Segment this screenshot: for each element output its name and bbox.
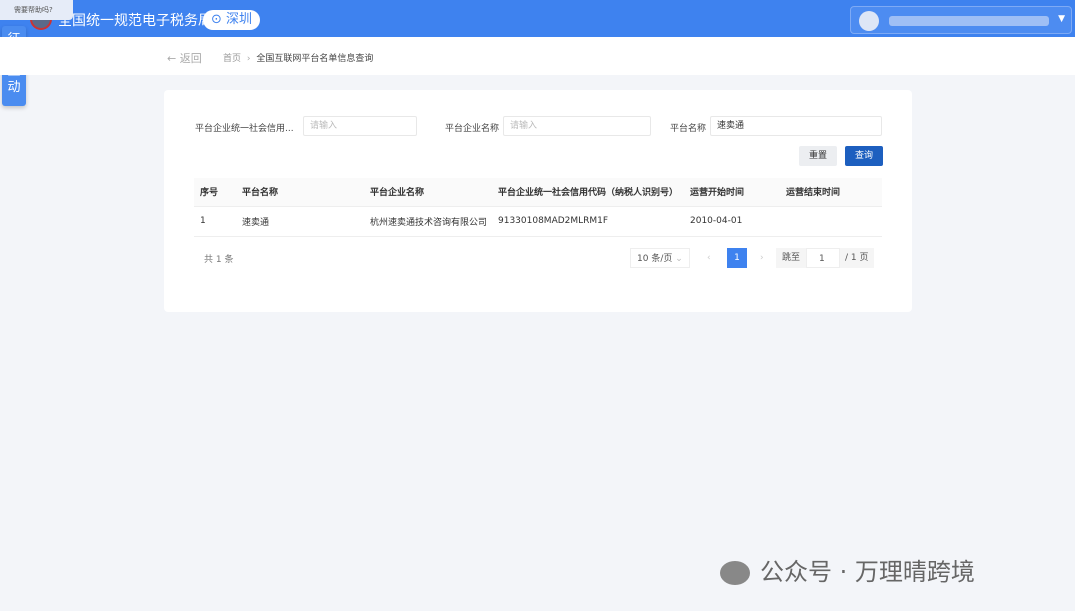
user-menu[interactable]: ▼ bbox=[850, 6, 1072, 34]
company-name-input[interactable]: 请输入 bbox=[503, 116, 651, 136]
chevron-down-icon: ⌄ bbox=[675, 254, 683, 264]
col-header: 平台企业统一社会信用代码（纳税人识别号） bbox=[492, 178, 684, 206]
arrow-left-icon: ← bbox=[167, 52, 180, 65]
caret-down-icon: ▼ bbox=[1058, 14, 1065, 24]
total-pages: / 1 页 bbox=[845, 253, 869, 263]
col-header: 运营开始时间 bbox=[684, 178, 780, 206]
query-button[interactable]: 查询 bbox=[845, 146, 883, 166]
breadcrumb-separator: › bbox=[246, 54, 251, 64]
city-selector[interactable]: ⊙ 深圳 bbox=[203, 10, 261, 30]
table-header-row: 序号 平台名称 平台企业名称 平台企业统一社会信用代码（纳税人识别号） 运营开始… bbox=[194, 178, 882, 206]
jump-label: 跳至 bbox=[782, 253, 801, 263]
col-header: 序号 bbox=[194, 178, 236, 206]
breadcrumb: 首页 › 全国互联网平台名单信息查询 bbox=[223, 51, 373, 64]
location-icon: ⊙ bbox=[211, 12, 227, 27]
city-label: 深圳 bbox=[226, 12, 253, 27]
cell bbox=[780, 205, 882, 237]
platform-name-input[interactable]: 速卖通 bbox=[710, 116, 882, 136]
col-header: 平台名称 bbox=[236, 178, 364, 206]
avatar bbox=[859, 11, 879, 31]
table-row: 1 速卖通 杭州速卖通技术咨询有限公司 91330108MAD2MLRM1F 2… bbox=[194, 205, 882, 237]
back-label: 返回 bbox=[179, 52, 202, 65]
col-header: 平台企业名称 bbox=[364, 178, 492, 206]
cell: 速卖通 bbox=[236, 205, 364, 237]
cell: 杭州速卖通技术咨询有限公司 bbox=[364, 205, 492, 237]
prev-page-button[interactable]: ‹ bbox=[707, 248, 711, 268]
next-page-button[interactable]: › bbox=[760, 248, 764, 268]
app-title: 全国统一规范电子税务局 bbox=[58, 13, 212, 29]
page-size-value: 10 条/页 bbox=[637, 254, 673, 264]
platform-name-label: 平台名称 bbox=[670, 124, 707, 134]
credit-code-input[interactable]: 请输入 bbox=[303, 116, 417, 136]
jump-page-input[interactable]: 1 bbox=[806, 248, 840, 268]
help-tooltip[interactable]: 需要帮助吗? bbox=[0, 0, 73, 20]
company-name-label: 平台企业名称 bbox=[445, 124, 500, 134]
wechat-icon bbox=[720, 561, 750, 585]
watermark: 公众号 · 万理晴跨境 bbox=[720, 552, 975, 587]
credit-code-label: 平台企业统一社会信用... bbox=[195, 124, 294, 134]
breadcrumb-current: 全国互联网平台名单信息查询 bbox=[256, 54, 374, 64]
cell: 1 bbox=[194, 205, 236, 237]
top-bar: 全国统一规范电子税务局 ⊙ 深圳 ▼ bbox=[0, 0, 1075, 37]
breadcrumb-bar bbox=[0, 37, 1075, 75]
cell: 91330108MAD2MLRM1F bbox=[492, 205, 684, 237]
query-card: 平台企业统一社会信用... 请输入 平台企业名称 请输入 平台名称 速卖通 重置… bbox=[164, 90, 912, 312]
breadcrumb-home[interactable]: 首页 bbox=[223, 54, 241, 64]
page-1-button[interactable]: 1 bbox=[727, 248, 747, 268]
results-table: 序号 平台名称 平台企业名称 平台企业统一社会信用代码（纳税人识别号） 运营开始… bbox=[194, 178, 882, 237]
back-button[interactable]: ← 返回 bbox=[167, 50, 202, 66]
side-char: 动 bbox=[7, 80, 21, 95]
col-header: 运营结束时间 bbox=[780, 178, 882, 206]
total-count: 共 1 条 bbox=[204, 255, 234, 265]
page-size-select[interactable]: 10 条/页 ⌄ bbox=[630, 248, 690, 268]
watermark-text: 公众号 · 万理晴跨境 bbox=[760, 558, 975, 586]
cell: 2010-04-01 bbox=[684, 205, 780, 237]
reset-button[interactable]: 重置 bbox=[799, 146, 837, 166]
user-name-blurred bbox=[889, 16, 1049, 26]
